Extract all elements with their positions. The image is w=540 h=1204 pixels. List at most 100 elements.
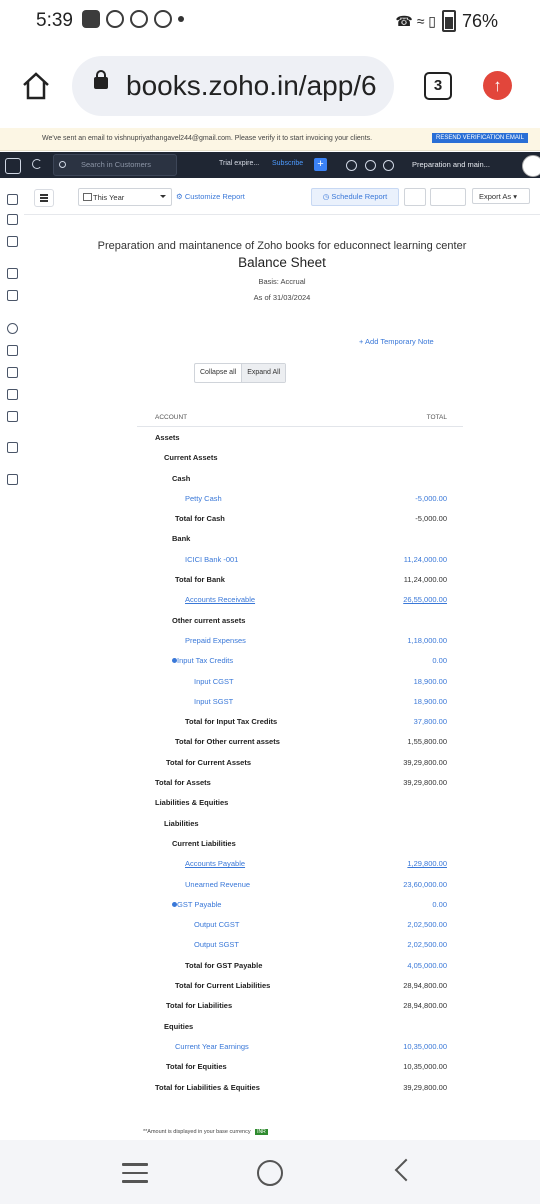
account-name[interactable]: Prepaid Expenses — [185, 636, 246, 645]
table-header: ACCOUNT TOTAL — [137, 408, 463, 427]
expenses-icon[interactable] — [7, 345, 18, 356]
account-total[interactable]: 0.00 — [432, 900, 447, 909]
account-total: 1,55,800.00 — [407, 737, 447, 747]
account-name[interactable]: ICICI Bank -001 — [185, 555, 238, 564]
recent-apps-icon[interactable] — [122, 1163, 148, 1189]
table-row[interactable]: Unearned Revenue 23,60,000.00 — [137, 874, 463, 894]
account-column-header: ACCOUNT — [155, 414, 188, 421]
accountant-icon[interactable] — [7, 389, 18, 400]
table-row[interactable]: Input CGST 18,900.00 — [137, 671, 463, 691]
export-button[interactable]: Export As ▾ — [472, 188, 530, 204]
collapse-toggle-icon[interactable] — [172, 901, 177, 907]
back-icon[interactable] — [394, 1158, 418, 1182]
table-row[interactable]: Petty Cash -5,000.00 — [137, 488, 463, 508]
app-icon — [106, 10, 124, 28]
add-note-link[interactable]: + Add Temporary Note — [359, 337, 434, 346]
items-icon[interactable] — [7, 214, 18, 225]
table-row[interactable]: Prepaid Expenses 1,18,000.00 — [137, 630, 463, 650]
account-name[interactable]: Petty Cash — [185, 494, 222, 503]
resend-verification-button[interactable]: RESEND VERIFICATION EMAIL — [432, 133, 528, 143]
lock-icon — [94, 70, 108, 89]
account-total[interactable]: 4,05,000.00 — [407, 961, 447, 970]
report-date: As of 31/03/2024 — [253, 293, 311, 302]
account-total[interactable]: -5,000.00 — [415, 494, 447, 503]
account-total[interactable]: 2,02,500.00 — [407, 920, 447, 929]
account-name[interactable]: Input CGST — [194, 677, 234, 686]
table-row[interactable]: Accounts Receivable 26,55,000.00 — [137, 589, 463, 609]
print-button[interactable] — [430, 188, 466, 206]
address-bar[interactable]: books.zoho.in/app/6 — [72, 56, 394, 116]
account-name: Total for Assets — [155, 778, 211, 788]
account-total[interactable]: 11,24,000.00 — [404, 555, 447, 564]
account-total[interactable]: 23,60,000.00 — [403, 880, 447, 889]
account-name[interactable]: Accounts Payable — [185, 859, 245, 868]
tab-switcher-button[interactable]: 3 — [424, 72, 452, 100]
purchases-icon[interactable] — [7, 290, 18, 301]
gear-icon[interactable] — [383, 160, 394, 171]
account-name: Total for Other current assets — [175, 737, 280, 747]
account-name[interactable]: Accounts Receivable — [185, 595, 255, 604]
app-logo-icon[interactable] — [5, 158, 21, 174]
account-total[interactable]: 18,900.00 — [414, 697, 447, 706]
table-row[interactable]: Input Tax Credits 0.00 — [137, 650, 463, 670]
account-total[interactable]: 2,02,500.00 — [407, 940, 447, 949]
subscribe-link[interactable]: Subscribe — [272, 160, 303, 167]
users-icon[interactable] — [346, 160, 357, 171]
account-total[interactable]: 1,18,000.00 — [407, 636, 447, 645]
collapse-all-button[interactable]: Collapse all — [195, 364, 241, 382]
table-row[interactable]: GST Payable 0.00 — [137, 894, 463, 914]
account-name[interactable]: Input SGST — [194, 697, 233, 706]
menu-button[interactable] — [34, 189, 54, 207]
account-name[interactable]: Output CGST — [194, 920, 239, 929]
search-input[interactable]: Search in Customers — [53, 154, 177, 176]
account-name[interactable]: Input Tax Credits — [177, 656, 233, 665]
org-switcher[interactable]: Preparation and main... — [412, 160, 490, 169]
customize-report-label: Customize Report — [184, 192, 245, 201]
table-row[interactable]: Output SGST 2,02,500.00 — [137, 934, 463, 954]
account-total[interactable]: 0.00 — [432, 656, 447, 665]
period-select[interactable]: This Year — [78, 188, 172, 206]
schedule-report-button[interactable]: ◷ Schedule Report — [311, 188, 399, 206]
account-name[interactable]: GST Payable — [177, 900, 221, 909]
home-circle-icon[interactable] — [257, 1160, 283, 1186]
banking-icon[interactable] — [7, 236, 18, 247]
folder-icon[interactable] — [7, 474, 18, 485]
account-name[interactable]: Current Year Earnings — [175, 1042, 249, 1051]
bell-icon[interactable] — [365, 160, 376, 171]
account-total[interactable]: 1,29,800.00 — [407, 859, 447, 868]
table-row[interactable]: Output CGST 2,02,500.00 — [137, 914, 463, 934]
currency-badge: INR — [255, 1129, 268, 1135]
account-name[interactable]: Output SGST — [194, 940, 239, 949]
calendar-icon — [83, 193, 92, 201]
home-icon[interactable] — [7, 194, 18, 205]
customize-report-link[interactable]: ⚙ Customize Report — [176, 192, 245, 201]
browser-toolbar: books.zoho.in/app/6 3 ↑ — [0, 50, 540, 120]
account-name[interactable]: Unearned Revenue — [185, 880, 250, 889]
account-total[interactable]: 37,800.00 — [414, 717, 447, 726]
share-button[interactable] — [404, 188, 426, 206]
table-row[interactable]: Accounts Payable 1,29,800.00 — [137, 853, 463, 873]
quick-create-button[interactable]: + — [314, 158, 327, 171]
expand-all-button[interactable]: Expand All — [241, 364, 286, 382]
table-row[interactable]: ICICI Bank -001 11,24,000.00 — [137, 549, 463, 569]
sales-icon[interactable] — [7, 268, 18, 279]
account-total[interactable]: 26,55,000.00 — [403, 595, 447, 604]
apps-icon[interactable] — [7, 442, 18, 453]
documents-icon[interactable] — [7, 367, 18, 378]
account-name: Current Assets — [164, 453, 218, 463]
account-name: Liabilities & Equities — [155, 798, 229, 808]
update-icon[interactable]: ↑ — [483, 71, 512, 100]
footnote-text: **Amount is displayed in your base curre… — [143, 1129, 251, 1135]
account-total[interactable]: 10,35,000.00 — [403, 1042, 447, 1051]
time-tracking-icon[interactable] — [7, 323, 18, 334]
table-row: Total for Liabilities & Equities 39,29,80… — [137, 1077, 463, 1097]
total-column-header: TOTAL — [426, 414, 447, 421]
account-total[interactable]: 18,900.00 — [414, 677, 447, 686]
table-row[interactable]: Current Year Earnings 10,35,000.00 — [137, 1036, 463, 1056]
home-icon[interactable] — [20, 70, 52, 102]
wifi-signal-icon: ☎ ≈ ▯ — [395, 12, 436, 29]
refresh-icon[interactable] — [32, 159, 42, 169]
table-row[interactable]: Input SGST 18,900.00 — [137, 691, 463, 711]
reports-icon[interactable] — [7, 411, 18, 422]
avatar[interactable] — [522, 155, 540, 177]
